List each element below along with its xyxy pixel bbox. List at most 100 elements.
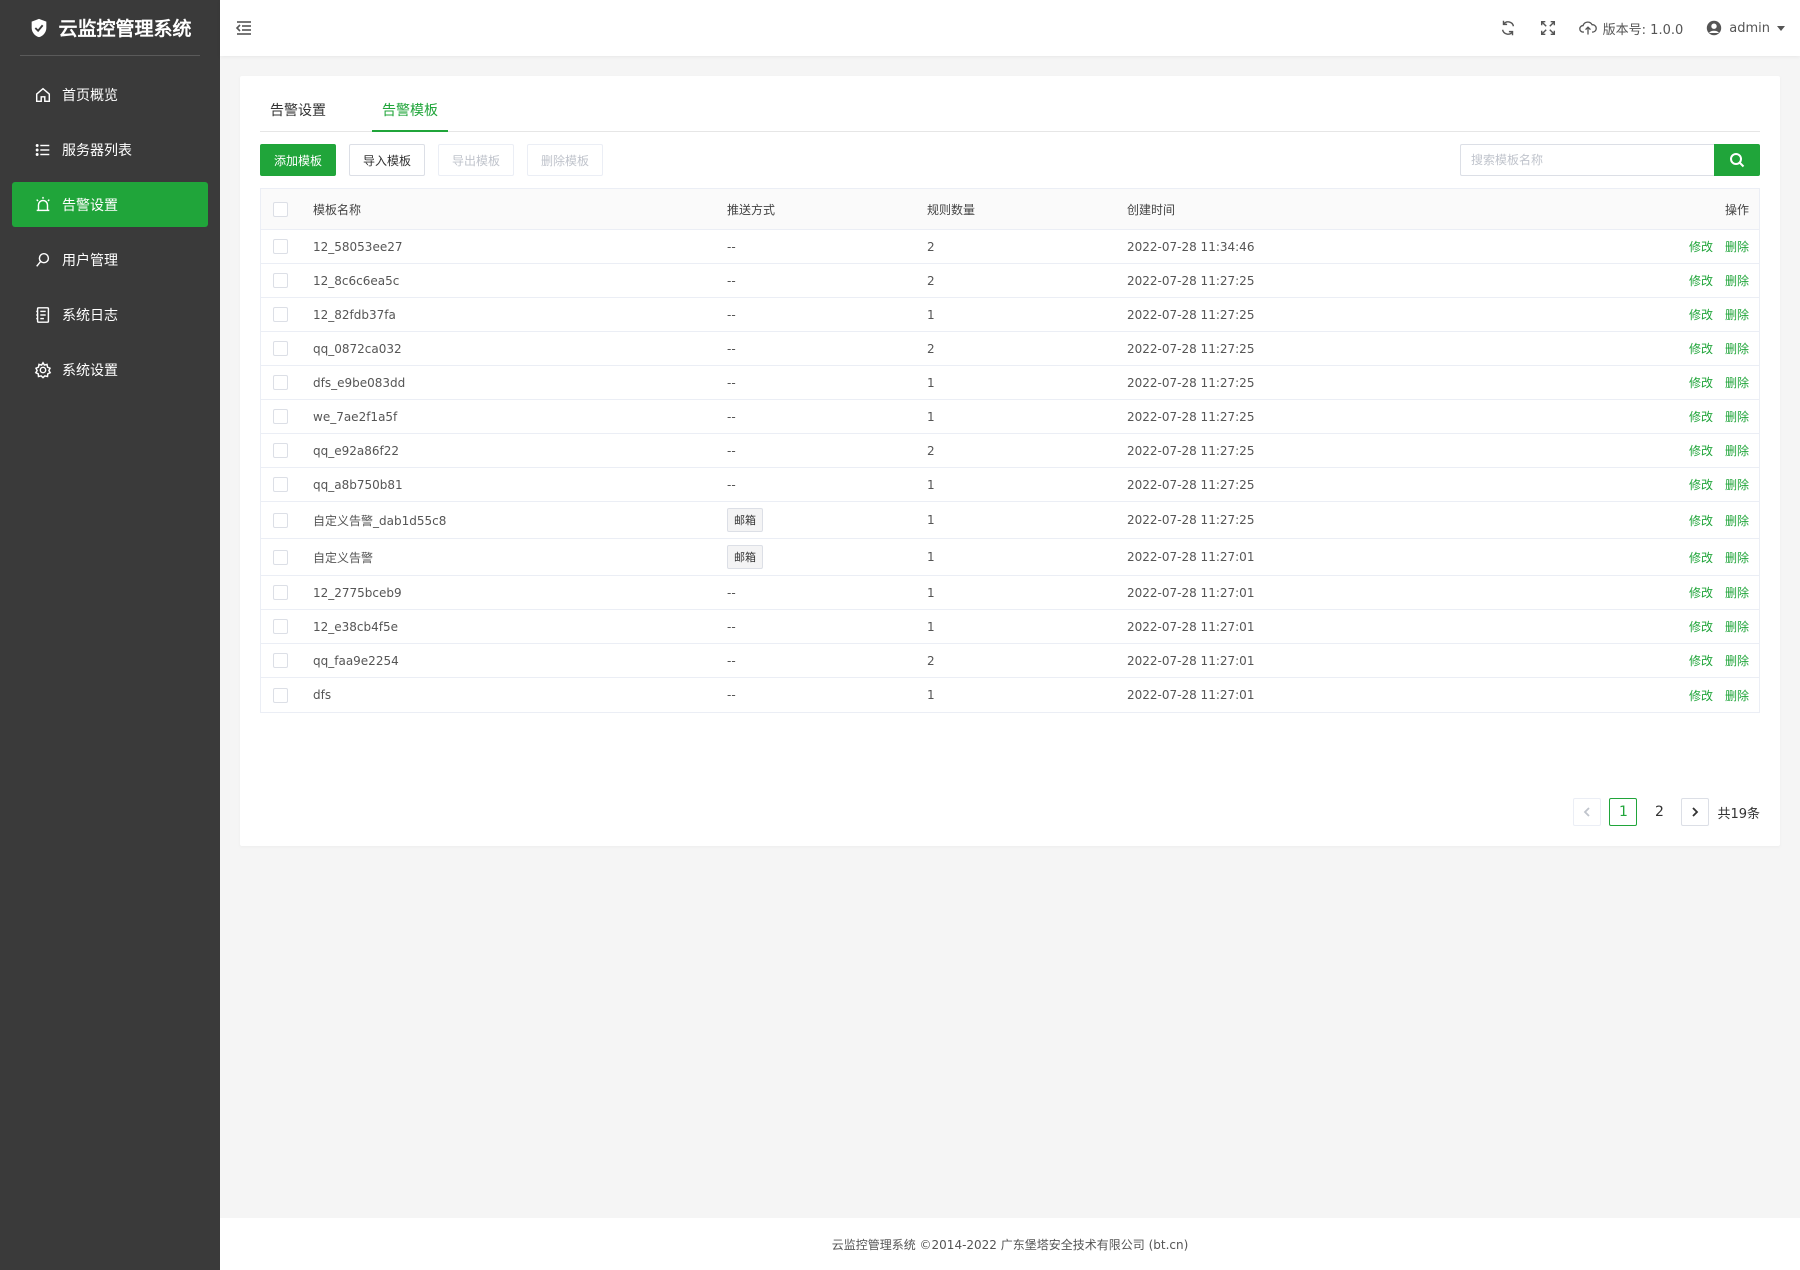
row-checkbox[interactable]	[273, 512, 288, 528]
edit-link[interactable]: 修改	[1689, 342, 1713, 356]
edit-link[interactable]: 修改	[1689, 586, 1713, 600]
push-method: --	[727, 239, 736, 254]
delete-link[interactable]: 删除	[1725, 689, 1749, 703]
created-time: 2022-07-28 11:27:01	[1127, 585, 1255, 600]
username: admin	[1729, 20, 1770, 36]
delete-link[interactable]: 删除	[1725, 342, 1749, 356]
user-avatar-icon	[1707, 20, 1722, 36]
row-checkbox[interactable]	[273, 585, 288, 600]
column-header-count: 规则数量	[927, 202, 976, 217]
delete-link[interactable]: 删除	[1725, 514, 1749, 528]
sidebar-item-0[interactable]: 首页概览	[12, 72, 208, 117]
table-row: qq_faa9e2254 -- 2 2022-07-28 11:27:01 修改 删除	[261, 644, 1759, 678]
page-2-button[interactable]: 2	[1645, 798, 1673, 826]
table-body: 12_58053ee27 -- 2 2022-07-28 11:34:46 修改 删除 12…	[261, 230, 1759, 712]
copyright-text: 云监控管理系统 ©2014-2022 广东堡塔安全技术有限公司 (bt.cn)	[831, 1237, 1189, 1252]
delete-link[interactable]: 删除	[1725, 410, 1749, 424]
row-checkbox[interactable]	[273, 477, 288, 492]
user-menu[interactable]: admin	[1705, 19, 1786, 37]
edit-link[interactable]: 修改	[1689, 410, 1713, 424]
delete-link[interactable]: 删除	[1725, 478, 1749, 492]
created-time: 2022-07-28 11:34:46	[1127, 239, 1255, 254]
sidebar-item-2[interactable]: 告警设置	[12, 182, 208, 227]
prev-page-button[interactable]	[1573, 798, 1602, 826]
chevron-left-icon	[1584, 807, 1591, 817]
template-name: 12_2775bceb9	[313, 585, 402, 600]
row-checkbox[interactable]	[273, 375, 288, 390]
template-name: qq_faa9e2254	[313, 653, 399, 668]
edit-link[interactable]: 修改	[1689, 478, 1713, 492]
row-checkbox[interactable]	[273, 239, 288, 254]
sidebar-item-1[interactable]: 服务器列表	[12, 127, 208, 172]
table-row: we_7ae2f1a5f -- 1 2022-07-28 11:27:25 修改 删除	[261, 400, 1759, 434]
delete-link[interactable]: 删除	[1725, 308, 1749, 322]
refresh-button[interactable]	[1499, 19, 1517, 37]
edit-link[interactable]: 修改	[1689, 376, 1713, 390]
page-list: 12	[1609, 798, 1673, 826]
sidebar-item-3[interactable]: 用户管理	[12, 237, 208, 282]
edit-link[interactable]: 修改	[1689, 689, 1713, 703]
next-page-button[interactable]	[1681, 798, 1710, 826]
push-method: --	[727, 307, 736, 322]
edit-link[interactable]: 修改	[1689, 444, 1713, 458]
sidebar-item-label: 系统日志	[62, 307, 118, 324]
row-checkbox[interactable]	[273, 273, 288, 288]
tab-bar: 告警设置 告警模板	[260, 90, 1760, 132]
row-checkbox[interactable]	[273, 687, 288, 703]
push-method: --	[727, 688, 736, 702]
menu-fold-icon	[235, 21, 251, 35]
template-name: dfs_e9be083dd	[313, 375, 406, 390]
edit-link[interactable]: 修改	[1689, 308, 1713, 322]
created-time: 2022-07-28 11:27:01	[1127, 688, 1255, 702]
created-time: 2022-07-28 11:27:25	[1127, 443, 1255, 458]
add-template-button[interactable]: 添加模板	[260, 144, 336, 176]
delete-link[interactable]: 删除	[1725, 274, 1749, 288]
delete-link[interactable]: 删除	[1725, 376, 1749, 390]
push-method-tag: 邮箱	[727, 508, 763, 532]
push-method: --	[727, 409, 736, 424]
page-1-button[interactable]: 1	[1609, 798, 1638, 826]
edit-link[interactable]: 修改	[1689, 654, 1713, 668]
sidebar-item-5[interactable]: 系统设置	[12, 347, 208, 392]
search-box	[1460, 144, 1760, 176]
row-checkbox[interactable]	[273, 307, 288, 322]
edit-link[interactable]: 修改	[1689, 620, 1713, 634]
edit-link[interactable]: 修改	[1689, 274, 1713, 288]
search-input[interactable]	[1460, 144, 1714, 176]
column-header-time: 创建时间	[1127, 202, 1176, 217]
row-checkbox[interactable]	[273, 549, 288, 565]
table-row: 12_58053ee27 -- 2 2022-07-28 11:34:46 修改 删除	[261, 230, 1759, 264]
export-template-button[interactable]: 导出模板	[438, 144, 514, 176]
import-template-button[interactable]: 导入模板	[349, 144, 425, 176]
sidebar-item-label: 用户管理	[62, 252, 118, 269]
rule-count: 2	[927, 653, 935, 668]
select-all-checkbox[interactable]	[273, 201, 288, 217]
delete-link[interactable]: 删除	[1725, 654, 1749, 668]
delete-link[interactable]: 删除	[1725, 240, 1749, 254]
delete-link[interactable]: 删除	[1725, 551, 1749, 565]
search-button[interactable]	[1714, 144, 1760, 176]
row-checkbox[interactable]	[273, 443, 288, 458]
row-checkbox[interactable]	[273, 619, 288, 634]
row-checkbox[interactable]	[273, 409, 288, 424]
version-info: 版本号: 1.0.0	[1578, 19, 1683, 38]
sidebar-item-4[interactable]: 系统日志	[12, 292, 208, 337]
tab-1[interactable]: 告警模板	[372, 90, 448, 132]
row-checkbox[interactable]	[273, 653, 288, 668]
delete-link[interactable]: 删除	[1725, 444, 1749, 458]
delete-link[interactable]: 删除	[1725, 586, 1749, 600]
table-row: 12_2775bceb9 -- 1 2022-07-28 11:27:01 修改 删除	[261, 576, 1759, 610]
delete-template-button[interactable]: 删除模板	[527, 144, 603, 176]
row-checkbox[interactable]	[273, 341, 288, 356]
edit-link[interactable]: 修改	[1689, 551, 1713, 565]
rule-count: 1	[927, 307, 935, 322]
table-row: qq_0872ca032 -- 2 2022-07-28 11:27:25 修改 删除	[261, 332, 1759, 366]
search-icon	[1730, 153, 1745, 168]
fullscreen-button[interactable]	[1539, 19, 1557, 37]
menu-toggle-button[interactable]	[234, 18, 254, 38]
edit-link[interactable]: 修改	[1689, 514, 1713, 528]
gear-icon	[34, 360, 52, 379]
delete-link[interactable]: 删除	[1725, 620, 1749, 634]
edit-link[interactable]: 修改	[1689, 240, 1713, 254]
tab-0[interactable]: 告警设置	[260, 90, 336, 132]
